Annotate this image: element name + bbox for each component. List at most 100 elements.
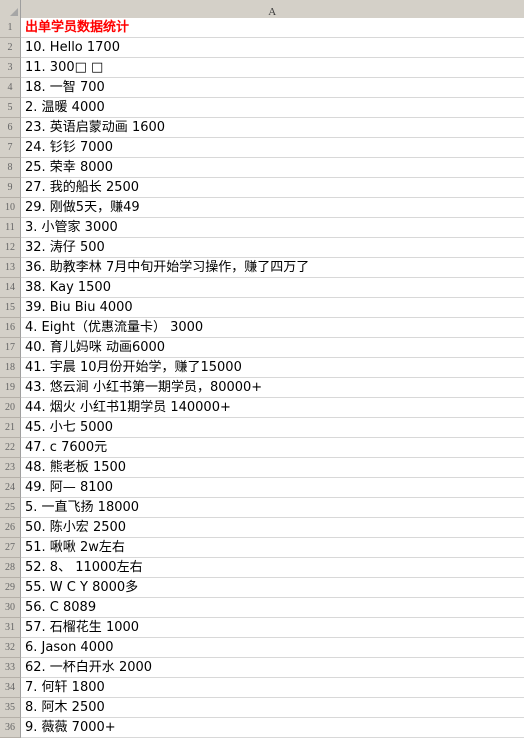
grid-cell[interactable]: 62. 一杯白开水 2000 [21, 658, 524, 678]
row-header[interactable]: 26 [0, 518, 21, 538]
row-header[interactable]: 24 [0, 478, 21, 498]
column-header-bar: A [0, 0, 524, 18]
row-header[interactable]: 1 [0, 18, 21, 38]
row-header[interactable]: 29 [0, 578, 21, 598]
grid-row: 13 36. 助教李林 7月中旬开始学习操作，赚了四万了 [0, 258, 524, 278]
row-header[interactable]: 22 [0, 438, 21, 458]
row-header[interactable]: 15 [0, 298, 21, 318]
grid-cell[interactable]: 55. W C Y 8000多 [21, 578, 524, 598]
grid-cell[interactable]: 6. Jason 4000 [21, 638, 524, 658]
grid-row: 31 57. 石榴花生 1000 [0, 618, 524, 638]
grid-row: 2 10. Hello 1700 [0, 38, 524, 58]
grid-row: 29 55. W C Y 8000多 [0, 578, 524, 598]
grid-cell[interactable]: 40. 育儿妈咪 动画6000 [21, 338, 524, 358]
grid-cell[interactable]: 27. 我的船长 2500 [21, 178, 524, 198]
grid-row: 1 出单学员数据统计 [0, 18, 524, 38]
grid-row: 17 40. 育儿妈咪 动画6000 [0, 338, 524, 358]
column-header-a[interactable]: A [21, 0, 524, 18]
row-header[interactable]: 20 [0, 398, 21, 418]
grid-cell[interactable]: 24. 钐钐 7000 [21, 138, 524, 158]
grid-cell[interactable]: 2. 温暖 4000 [21, 98, 524, 118]
row-header[interactable]: 18 [0, 358, 21, 378]
grid-cell[interactable]: 56. C 8089 [21, 598, 524, 618]
grid-row: 26 50. 陈小宏 2500 [0, 518, 524, 538]
row-header[interactable]: 2 [0, 38, 21, 58]
grid-row: 21 45. 小七 5000 [0, 418, 524, 438]
grid-row: 36 9. 薇薇 7000+ [0, 718, 524, 738]
grid-cell[interactable]: 3. 小管家 3000 [21, 218, 524, 238]
row-header[interactable]: 3 [0, 58, 21, 78]
grid-cell[interactable]: 45. 小七 5000 [21, 418, 524, 438]
grid-row: 34 7. 何轩 1800 [0, 678, 524, 698]
row-header[interactable]: 34 [0, 678, 21, 698]
grid-row: 18 41. 宇晨 10月份开始学，赚了15000 [0, 358, 524, 378]
row-header[interactable]: 35 [0, 698, 21, 718]
grid-row: 4 18. 一智 700 [0, 78, 524, 98]
row-header[interactable]: 17 [0, 338, 21, 358]
row-header[interactable]: 23 [0, 458, 21, 478]
grid-row: 24 49. 阿— 8100 [0, 478, 524, 498]
grid-cell[interactable]: 43. 悠云涧 小红书第一期学员，80000+ [21, 378, 524, 398]
grid-row: 23 48. 熊老板 1500 [0, 458, 524, 478]
spreadsheet-canvas: A 1 出单学员数据统计 2 10. Hello 1700 3 11. 300□ □ 4 18… [0, 0, 524, 738]
row-header[interactable]: 28 [0, 558, 21, 578]
grid-cell[interactable]: 36. 助教李林 7月中旬开始学习操作，赚了四万了 [21, 258, 524, 278]
row-header[interactable]: 27 [0, 538, 21, 558]
row-header[interactable]: 12 [0, 238, 21, 258]
grid-row: 9 27. 我的船长 2500 [0, 178, 524, 198]
row-header[interactable]: 33 [0, 658, 21, 678]
grid-cell[interactable]: 50. 陈小宏 2500 [21, 518, 524, 538]
row-header[interactable]: 21 [0, 418, 21, 438]
grid-body: 1 出单学员数据统计 2 10. Hello 1700 3 11. 300□ □ 4 18. … [0, 18, 524, 738]
grid-row: 12 32. 涛仔 500 [0, 238, 524, 258]
row-header[interactable]: 30 [0, 598, 21, 618]
row-header[interactable]: 31 [0, 618, 21, 638]
row-header[interactable]: 32 [0, 638, 21, 658]
grid-cell[interactable]: 51. 啾啾 2w左右 [21, 538, 524, 558]
grid-row: 5 2. 温暖 4000 [0, 98, 524, 118]
grid-cell[interactable]: 32. 涛仔 500 [21, 238, 524, 258]
grid-cell[interactable]: 7. 何轩 1800 [21, 678, 524, 698]
row-header[interactable]: 25 [0, 498, 21, 518]
grid-cell[interactable]: 18. 一智 700 [21, 78, 524, 98]
grid-row: 16 4. Eight（优惠流量卡） 3000 [0, 318, 524, 338]
sheet-title-cell[interactable]: 出单学员数据统计 [21, 18, 524, 38]
row-header[interactable]: 4 [0, 78, 21, 98]
row-header[interactable]: 9 [0, 178, 21, 198]
grid-row: 20 44. 烟火 小红书1期学员 140000+ [0, 398, 524, 418]
grid-cell[interactable]: 8. 阿木 2500 [21, 698, 524, 718]
grid-cell[interactable]: 47. c 7600元 [21, 438, 524, 458]
grid-cell[interactable]: 38. Kay 1500 [21, 278, 524, 298]
grid-cell[interactable]: 52. 8、 11000左右 [21, 558, 524, 578]
grid-cell[interactable]: 11. 300□ □ [21, 58, 524, 78]
row-header[interactable]: 8 [0, 158, 21, 178]
grid-cell[interactable]: 5. 一直飞扬 18000 [21, 498, 524, 518]
row-header[interactable]: 16 [0, 318, 21, 338]
row-header[interactable]: 19 [0, 378, 21, 398]
grid-cell[interactable]: 39. Biu Biu 4000 [21, 298, 524, 318]
grid-row: 32 6. Jason 4000 [0, 638, 524, 658]
grid-cell[interactable]: 4. Eight（优惠流量卡） 3000 [21, 318, 524, 338]
row-header[interactable]: 5 [0, 98, 21, 118]
row-header[interactable]: 10 [0, 198, 21, 218]
row-header[interactable]: 11 [0, 218, 21, 238]
row-header[interactable]: 13 [0, 258, 21, 278]
row-header[interactable]: 14 [0, 278, 21, 298]
grid-cell[interactable]: 25. 荣幸 8000 [21, 158, 524, 178]
row-header[interactable]: 6 [0, 118, 21, 138]
grid-cell[interactable]: 44. 烟火 小红书1期学员 140000+ [21, 398, 524, 418]
row-header[interactable]: 36 [0, 718, 21, 738]
select-all-corner[interactable] [0, 0, 21, 18]
grid-cell[interactable]: 23. 英语启蒙动画 1600 [21, 118, 524, 138]
grid-row: 11 3. 小管家 3000 [0, 218, 524, 238]
grid-cell[interactable]: 9. 薇薇 7000+ [21, 718, 524, 738]
grid-cell[interactable]: 29. 刚做5天，赚49 [21, 198, 524, 218]
grid-cell[interactable]: 41. 宇晨 10月份开始学，赚了15000 [21, 358, 524, 378]
grid-cell[interactable]: 48. 熊老板 1500 [21, 458, 524, 478]
grid-row: 27 51. 啾啾 2w左右 [0, 538, 524, 558]
grid-cell[interactable]: 49. 阿— 8100 [21, 478, 524, 498]
grid-row: 8 25. 荣幸 8000 [0, 158, 524, 178]
grid-cell[interactable]: 57. 石榴花生 1000 [21, 618, 524, 638]
grid-cell[interactable]: 10. Hello 1700 [21, 38, 524, 58]
row-header[interactable]: 7 [0, 138, 21, 158]
